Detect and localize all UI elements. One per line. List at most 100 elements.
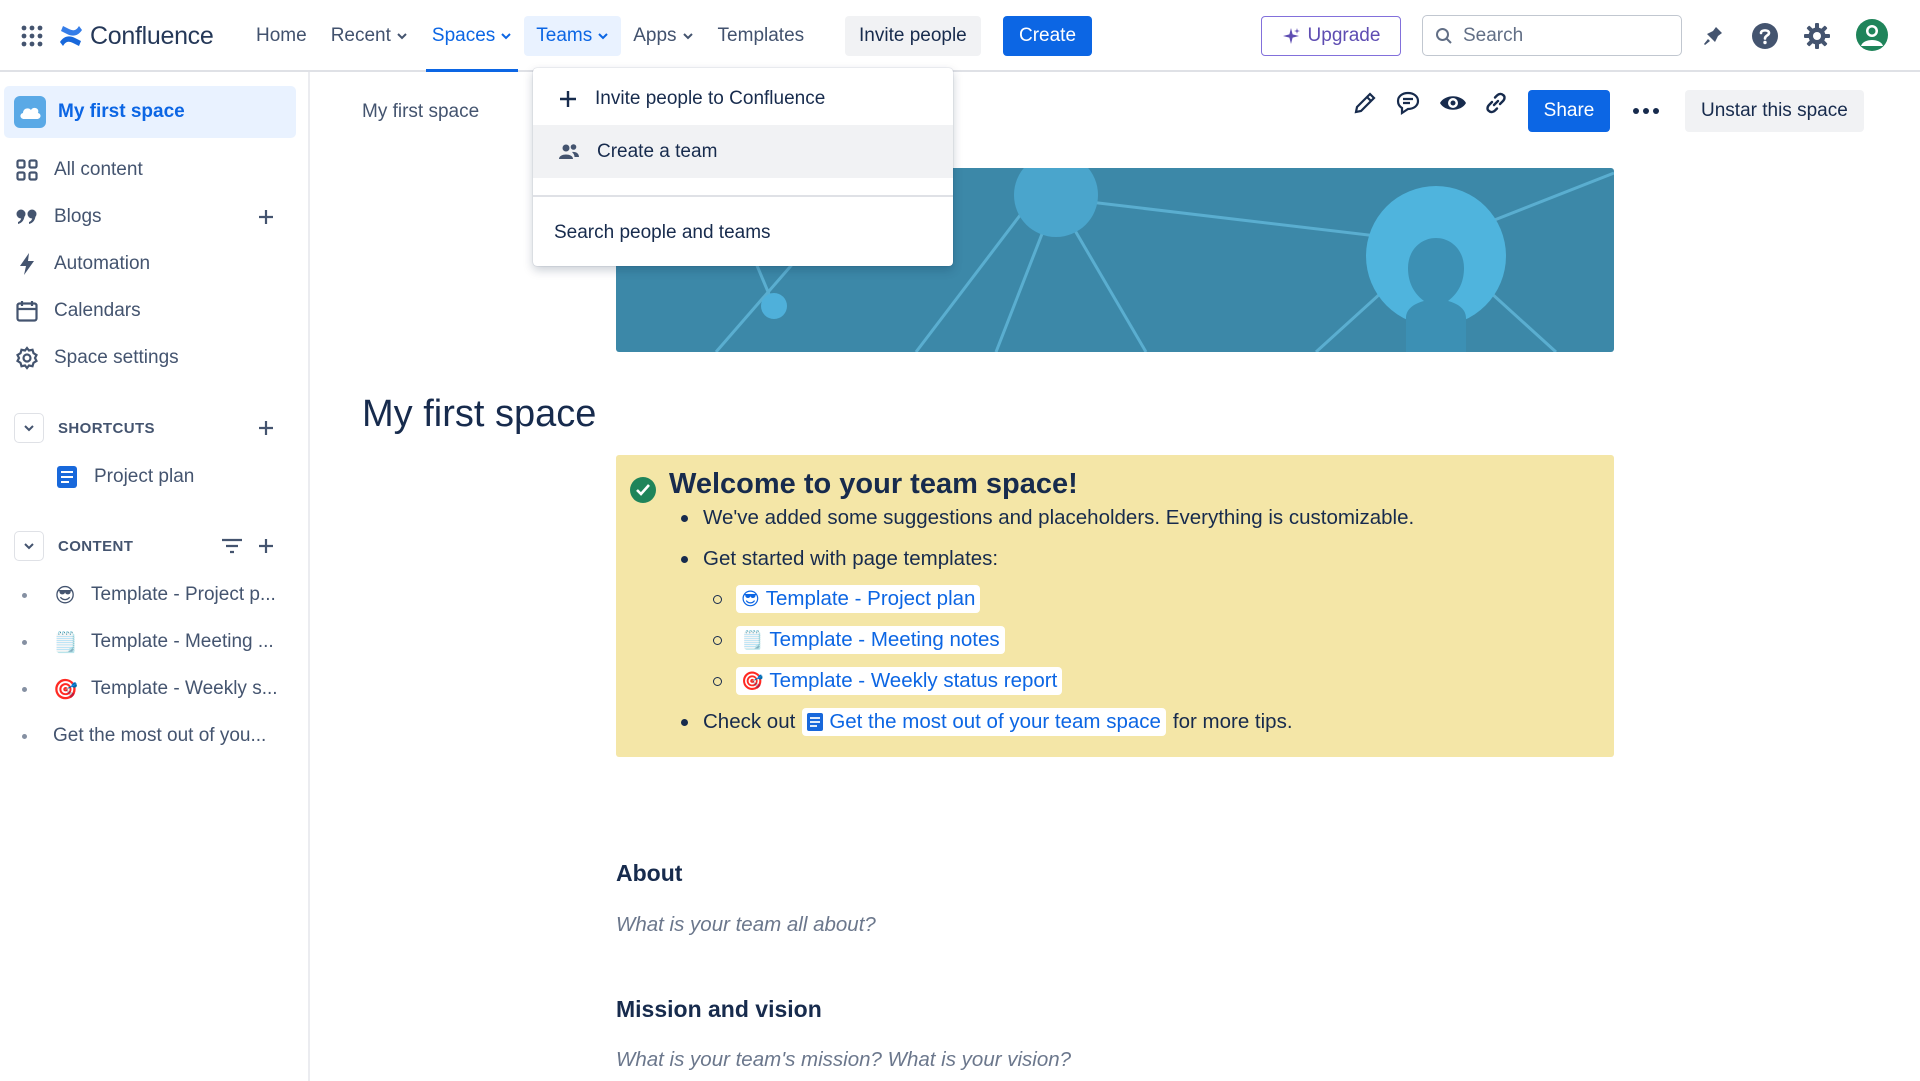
sidebar: My first space All content Blogs Automat…: [0, 72, 310, 1081]
app-switcher-icon[interactable]: [18, 22, 46, 50]
filter-icon[interactable]: [220, 534, 244, 558]
watch-icon[interactable]: [1439, 90, 1467, 116]
template-list-item: 🎯 Template - Weekly status report: [713, 667, 1063, 695]
content-section-header[interactable]: CONTENT: [14, 530, 296, 562]
profile-icon[interactable]: [1852, 15, 1892, 55]
chevron-down-icon: [501, 33, 511, 40]
notifications-icon[interactable]: [1693, 16, 1733, 56]
notepad-emoji-icon: 🗒️: [741, 629, 764, 650]
nav-recent[interactable]: Recent: [319, 16, 420, 56]
menu-item-invite-people[interactable]: Invite people to Confluence: [533, 72, 953, 125]
get-most-out-label: Get the most out of your team space: [829, 710, 1161, 733]
invite-people-label: Invite people: [859, 25, 967, 46]
search-input[interactable]: Search: [1422, 15, 1682, 56]
menu-item-label: Create a team: [597, 140, 718, 162]
menu-item-create-team[interactable]: Create a team: [533, 125, 953, 178]
comment-icon[interactable]: [1395, 90, 1421, 116]
share-button[interactable]: Share: [1528, 90, 1610, 132]
content-tree-item[interactable]: Get the most out of you...: [22, 716, 292, 756]
search-icon: [1436, 27, 1452, 44]
create-button[interactable]: Create: [1003, 16, 1093, 56]
plus-icon: [560, 90, 576, 107]
add-content-plus-icon[interactable]: [254, 534, 278, 558]
chevron-down-icon: [397, 33, 407, 40]
nav-apps-label: Apps: [633, 25, 677, 46]
upgrade-button[interactable]: Upgrade: [1261, 16, 1401, 56]
edit-icon[interactable]: [1352, 90, 1378, 116]
panel-bullet: Check out Get the most out of your team …: [681, 708, 1293, 736]
nav-teams-label: Teams: [536, 25, 593, 46]
content-tree-label: Template - Meeting ...: [91, 631, 274, 652]
sidebar-item-label: Space settings: [54, 347, 179, 368]
content-title: CONTENT: [58, 537, 134, 555]
space-avatar: [14, 96, 46, 128]
people-icon: [559, 143, 579, 159]
help-icon[interactable]: [1745, 16, 1785, 56]
add-blog-plus-icon[interactable]: [254, 205, 278, 229]
welcome-panel: Welcome to your team space! We've added …: [616, 455, 1614, 757]
content-tree-label: Template - Weekly s...: [91, 678, 278, 699]
confluence-logo-icon: [60, 26, 82, 46]
content-tree-item[interactable]: 🗒️ Template - Meeting ...: [22, 622, 292, 662]
shortcuts-section-header[interactable]: SHORTCUTS: [14, 412, 296, 444]
link-icon[interactable]: [1483, 90, 1509, 116]
sidebar-item-space-settings[interactable]: Space settings: [14, 338, 296, 378]
nav-recent-label: Recent: [330, 25, 391, 46]
target-emoji-icon: 🎯: [741, 670, 764, 691]
shortcut-project-plan[interactable]: Project plan: [54, 457, 294, 497]
primary-nav: Home Recent Spaces Teams Apps Templates: [244, 16, 817, 72]
sidebar-item-blogs[interactable]: Blogs: [14, 197, 296, 237]
menu-item-label: Search people and teams: [554, 221, 771, 243]
bullet-circle: [713, 676, 722, 686]
template-list-item: 😎 Template - Project plan: [713, 585, 981, 613]
section-placeholder-mission: What is your team's mission? What is you…: [616, 1048, 1072, 1071]
nav-spaces-label: Spaces: [431, 25, 496, 46]
content-tree-label: Template - Project p...: [91, 584, 276, 605]
panel-line-2: Get started with page templates:: [703, 547, 999, 570]
sunglasses-emoji-icon: 😎: [54, 584, 76, 607]
unstar-label: Unstar this space: [1701, 100, 1848, 121]
nav-templates[interactable]: Templates: [706, 16, 817, 56]
confluence-logo[interactable]: Confluence: [58, 18, 214, 54]
nav-apps[interactable]: Apps: [621, 16, 705, 56]
nav-teams[interactable]: Teams: [524, 16, 622, 56]
panel-bullet: Get started with page templates:: [681, 547, 998, 571]
sidebar-item-automation[interactable]: Automation: [14, 244, 296, 284]
check-suffix: for more tips.: [1172, 710, 1293, 733]
breadcrumb[interactable]: My first space: [362, 101, 479, 123]
nav-home[interactable]: Home: [244, 16, 319, 56]
template-link-weekly-status[interactable]: 🎯 Template - Weekly status report: [736, 667, 1063, 695]
sidebar-space-home[interactable]: My first space: [4, 86, 296, 138]
settings-icon[interactable]: [1797, 16, 1837, 56]
chevron-down-icon[interactable]: [14, 531, 44, 561]
chevron-down-icon: [598, 33, 608, 40]
bullet-dot: [681, 514, 688, 522]
share-label: Share: [1543, 100, 1595, 121]
sidebar-item-label: Calendars: [54, 300, 141, 321]
sidebar-item-calendars[interactable]: Calendars: [14, 291, 296, 331]
content-tree-item[interactable]: 🎯 Template - Weekly s...: [22, 669, 292, 709]
shortcuts-title: SHORTCUTS: [58, 419, 155, 437]
template-list-item: 🗒️ Template - Meeting notes: [713, 626, 1005, 654]
section-heading-about: About: [616, 860, 683, 886]
menu-item-search-people-teams[interactable]: Search people and teams: [533, 206, 953, 259]
nav-spaces[interactable]: Spaces: [420, 16, 524, 72]
page-icon: [54, 464, 80, 490]
content-tree-item[interactable]: 😎 Template - Project p...: [22, 575, 292, 615]
get-most-out-link[interactable]: Get the most out of your team space: [802, 708, 1166, 736]
lightning-icon: [14, 251, 40, 277]
template-link-project-plan[interactable]: 😎 Template - Project plan: [736, 585, 981, 613]
cloud-icon: [20, 107, 41, 119]
template-link-label: Template - Meeting notes: [769, 628, 1000, 651]
unstar-space-button[interactable]: Unstar this space: [1685, 90, 1864, 132]
sidebar-item-all-content[interactable]: All content: [14, 150, 296, 190]
chevron-down-icon[interactable]: [14, 413, 44, 443]
add-shortcut-plus-icon[interactable]: [254, 416, 278, 440]
space-name: My first space: [58, 101, 185, 122]
template-link-meeting-notes[interactable]: 🗒️ Template - Meeting notes: [736, 626, 1005, 654]
more-icon[interactable]: [1630, 90, 1662, 132]
invite-people-button[interactable]: Invite people: [845, 16, 981, 56]
tree-bullet: [22, 686, 27, 692]
template-link-label: Template - Weekly status report: [769, 669, 1058, 692]
chevron-down-icon: [682, 33, 693, 40]
